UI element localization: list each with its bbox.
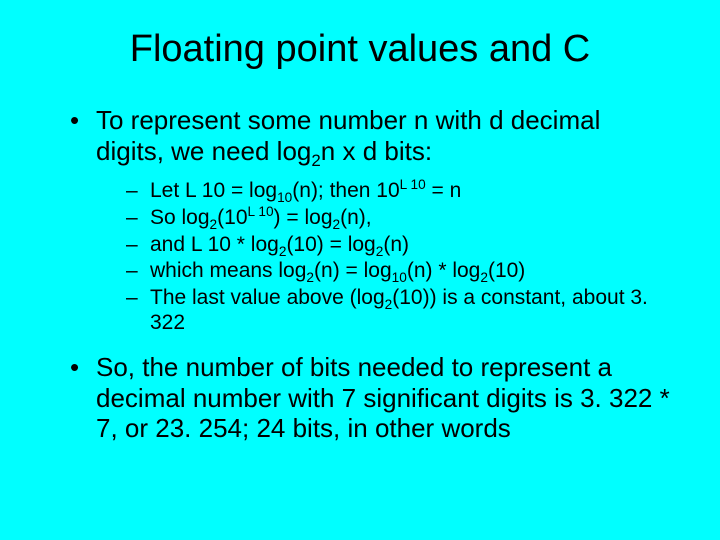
- sub-bullet-2: So log2(10L 10) = log2(n),: [126, 205, 670, 231]
- sb3-c: (10) = log: [286, 233, 375, 256]
- sb4-d: 10: [392, 270, 407, 285]
- bullet-1: To represent some number n with d decima…: [70, 105, 670, 336]
- sb2-f: 2: [333, 217, 341, 232]
- sub-bullet-5: The last value above (log2(10)) is a con…: [126, 285, 670, 336]
- sb1-b: 10: [277, 191, 292, 206]
- sb2-a: So log: [150, 206, 210, 229]
- sb1-e: = n: [426, 179, 462, 202]
- slide-container: Floating point values and C To represent…: [0, 0, 720, 540]
- sb3-e: (n): [383, 233, 409, 256]
- sb4-f: 2: [480, 270, 488, 285]
- sb4-e: (n) * log: [407, 259, 481, 282]
- sb4-g: (10): [488, 259, 525, 282]
- bullet-1-text-post: n x d bits:: [321, 136, 432, 166]
- sb3-a: and L 10 * log: [150, 233, 279, 256]
- sb1-d: L 10: [400, 177, 426, 192]
- bullet-1-sub: 2: [311, 151, 320, 170]
- sub-bullet-3: and L 10 * log2(10) = log2(n): [126, 232, 670, 258]
- sb2-c: (10: [217, 206, 247, 229]
- sb2-g: (n),: [340, 206, 372, 229]
- sb1-c: (n); then 10: [292, 179, 399, 202]
- sb5-a: The last value above (log: [150, 286, 385, 309]
- sb2-b: 2: [210, 217, 218, 232]
- sb4-b: 2: [306, 270, 314, 285]
- sb2-d: L 10: [248, 204, 274, 219]
- sb2-e: ) = log: [274, 206, 333, 229]
- slide-title: Floating point values and C: [50, 28, 670, 71]
- bullet-2: So, the number of bits needed to represe…: [70, 352, 670, 444]
- bullet-2-text: So, the number of bits needed to represe…: [96, 352, 670, 443]
- sub-bullet-1: Let L 10 = log10(n); then 10L 10 = n: [126, 178, 670, 204]
- sb1-a: Let L 10 = log: [150, 179, 277, 202]
- sb4-c: (n) = log: [314, 259, 392, 282]
- bullet-list: To represent some number n with d decima…: [50, 105, 670, 444]
- sub-bullet-4: which means log2(n) = log10(n) * log2(10…: [126, 258, 670, 284]
- sub-bullet-list: Let L 10 = log10(n); then 10L 10 = n So …: [96, 178, 670, 336]
- sb4-a: which means log: [150, 259, 306, 282]
